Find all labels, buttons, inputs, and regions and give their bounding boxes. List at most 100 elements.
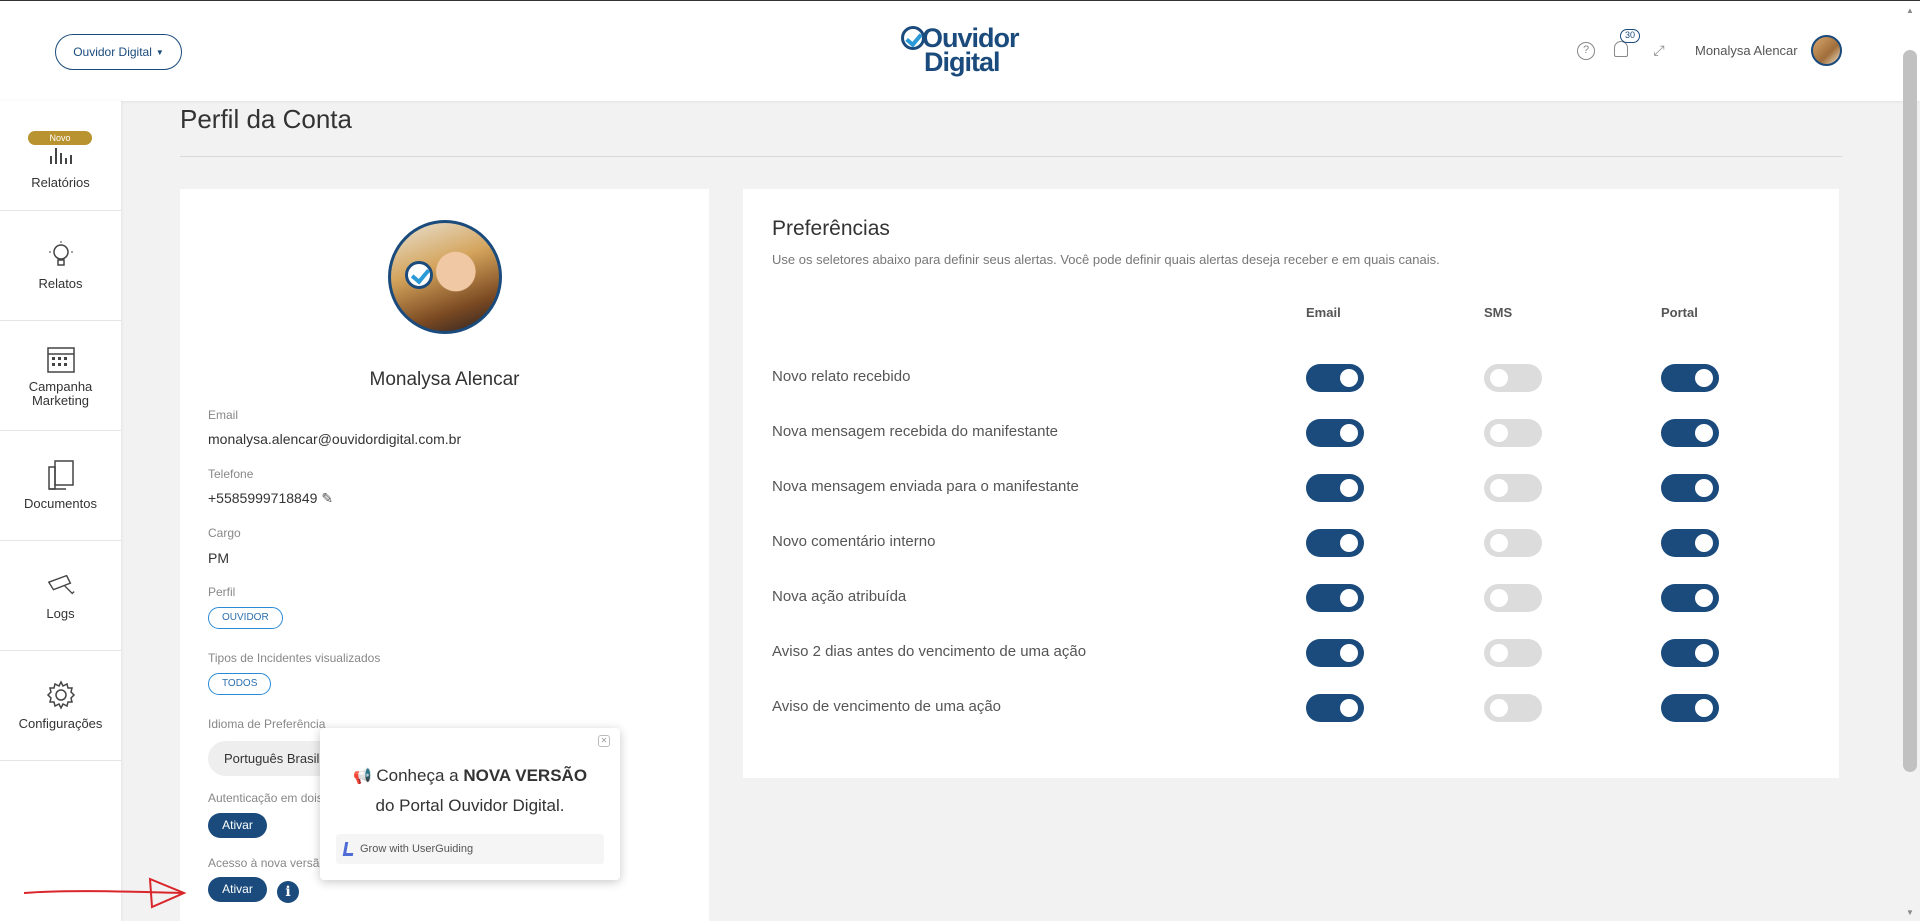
phone-label: Telefone (208, 467, 254, 481)
toggle-email[interactable] (1306, 584, 1364, 612)
toggle-portal[interactable] (1661, 694, 1719, 722)
sidebar-item-campanha-marketing[interactable]: Campanha Marketing (0, 321, 121, 431)
page-title: Perfil da Conta (180, 104, 352, 134)
user-name[interactable]: Monalysa Alencar (1695, 43, 1798, 58)
profile-name: Monalysa Alencar (369, 369, 520, 390)
scrollbar-thumb[interactable] (1903, 50, 1917, 772)
incident-types-tag: TODOS (208, 673, 272, 695)
sidebar-item-relatorios[interactable]: Novo Relatórios (0, 101, 121, 211)
scroll-up-arrow[interactable]: ▲ (1905, 6, 1915, 15)
toggle-knob (1340, 589, 1358, 607)
preferences-title: Preferências (772, 217, 890, 240)
fullscreen-icon[interactable]: ⤢ (1651, 42, 1667, 58)
toggle-sms[interactable] (1484, 639, 1542, 667)
bell-icon[interactable] (1614, 41, 1628, 57)
logo[interactable]: Ouvidor Digital (900, 25, 1020, 77)
organization-select[interactable]: Ouvidor Digital ▼ (55, 34, 182, 70)
scroll-down-arrow[interactable]: ▼ (1905, 908, 1915, 917)
language-label: Idioma de Preferência (208, 717, 326, 731)
toggle-portal[interactable] (1661, 529, 1719, 557)
profile-tag: OUVIDOR (208, 607, 283, 629)
sidebar-item-documentos[interactable]: Documentos (0, 431, 121, 541)
sidebar: Novo Relatórios Relatos Campanha Marketi… (0, 101, 121, 921)
toggle-knob (1695, 424, 1713, 442)
toggle-email[interactable] (1306, 639, 1364, 667)
popup-text-bold: NOVA VERSÃO (463, 766, 588, 785)
documents-icon (46, 460, 76, 490)
toggle-knob (1340, 479, 1358, 497)
preference-row-label: Novo comentário interno (772, 533, 936, 550)
avatar[interactable] (1811, 35, 1842, 66)
role-value: PM (208, 550, 229, 566)
toggle-knob (1340, 424, 1358, 442)
edit-pencil-icon[interactable]: ✎ (321, 490, 333, 507)
sidebar-item-label: Campanha Marketing (28, 378, 93, 408)
sidebar-item-configuracoes[interactable]: Configurações (0, 651, 121, 761)
toggle-knob (1695, 589, 1713, 607)
new-version-activate-button[interactable]: Ativar (208, 877, 267, 902)
phone-row: +5585999718849 ✎ (208, 490, 333, 507)
new-version-label: Acesso à nova versão (208, 856, 327, 870)
toggle-email[interactable] (1306, 364, 1364, 392)
toggle-knob (1490, 424, 1508, 442)
email-value: monalysa.alencar@ouvidordigital.com.br (208, 431, 462, 447)
preference-row-label: Nova ação atribuída (772, 588, 907, 605)
incident-types-label: Tipos de Incidentes visualizados (208, 651, 381, 665)
sidebar-item-relatos[interactable]: Relatos (0, 211, 121, 321)
sidebar-item-label: Relatos (38, 276, 83, 291)
toggle-portal[interactable] (1661, 364, 1719, 392)
preference-row-label: Nova mensagem enviada para o manifestant… (772, 478, 1079, 495)
userguiding-footer[interactable]: Grow with UserGuiding (336, 834, 604, 864)
help-icon[interactable]: ? (1577, 42, 1595, 60)
toggle-knob (1695, 644, 1713, 662)
preference-row-label: Aviso 2 dias antes do vencimento de uma … (772, 643, 1087, 660)
toggle-portal[interactable] (1661, 474, 1719, 502)
info-icon[interactable]: i (277, 881, 299, 903)
toggle-email[interactable] (1306, 694, 1364, 722)
toggle-sms[interactable] (1484, 474, 1542, 502)
toggle-portal[interactable] (1661, 584, 1719, 612)
close-icon[interactable]: ✕ (598, 735, 610, 747)
toggle-knob (1340, 534, 1358, 552)
popup-text-prefix: Conheça a (376, 766, 464, 785)
organization-select-label: Ouvidor Digital (73, 45, 152, 59)
verified-check-icon (405, 261, 433, 289)
toggle-knob (1490, 369, 1508, 387)
divider (180, 156, 1842, 157)
toggle-sms[interactable] (1484, 584, 1542, 612)
phone-value: +5585999718849 (208, 490, 318, 506)
column-header-portal: Portal (1661, 305, 1698, 320)
notification-count-badge: 30 (1620, 29, 1640, 43)
toggle-knob (1340, 644, 1358, 662)
toggle-sms[interactable] (1484, 419, 1542, 447)
sidebar-item-logs[interactable]: Logs (0, 541, 121, 651)
toggle-portal[interactable] (1661, 639, 1719, 667)
toggle-knob (1490, 644, 1508, 662)
gear-icon (46, 680, 76, 710)
toggle-knob (1340, 699, 1358, 717)
toggle-knob (1490, 534, 1508, 552)
role-label: Cargo (208, 526, 241, 540)
popup-text-line2: do Portal Ouvidor Digital. (375, 796, 565, 815)
toggle-email[interactable] (1306, 474, 1364, 502)
toggle-sms[interactable] (1484, 529, 1542, 557)
toggle-email[interactable] (1306, 419, 1364, 447)
toggle-portal[interactable] (1661, 419, 1719, 447)
toggle-knob (1340, 369, 1358, 387)
email-label: Email (208, 408, 239, 422)
preference-row-label: Nova mensagem recebida do manifestante (772, 423, 1058, 440)
new-badge: Novo (28, 131, 92, 145)
sidebar-item-label: Configurações (18, 716, 103, 731)
sidebar-item-label: Documentos (24, 496, 97, 511)
toggle-email[interactable] (1306, 529, 1364, 557)
logo-text-line2: Digital (924, 47, 1001, 77)
toggle-knob (1695, 479, 1713, 497)
toggle-sms[interactable] (1484, 694, 1542, 722)
toggle-sms[interactable] (1484, 364, 1542, 392)
two-factor-activate-button[interactable]: Ativar (208, 813, 267, 838)
logo-check-icon (901, 26, 925, 50)
column-header-email: Email (1306, 305, 1341, 320)
toggle-knob (1695, 699, 1713, 717)
camera-icon (46, 570, 76, 600)
profile-avatar[interactable] (388, 220, 502, 334)
